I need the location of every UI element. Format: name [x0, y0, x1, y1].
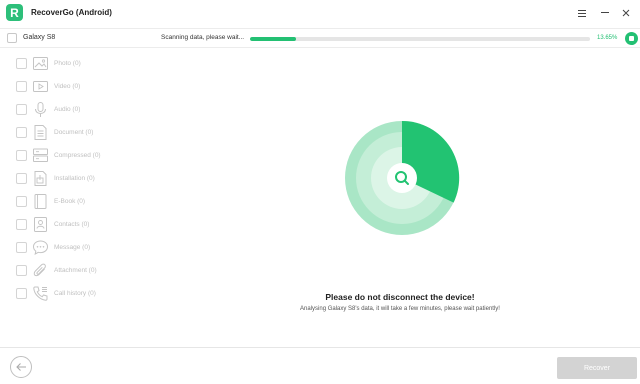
scan-radar-graphic [345, 120, 460, 235]
category-item-photo[interactable]: Photo (0) [0, 54, 200, 74]
category-item-video[interactable]: Video (0) [0, 77, 200, 97]
installation-icon [32, 170, 49, 187]
attachment-icon [32, 262, 49, 279]
category-label: Message (0) [54, 244, 91, 251]
category-checkbox[interactable] [16, 288, 27, 299]
category-item-installation[interactable]: Installation (0) [0, 169, 200, 189]
category-item-audio[interactable]: Audio (0) [0, 100, 200, 120]
scan-radar [344, 120, 460, 236]
category-item-ebook[interactable]: E-Book (0) [0, 192, 200, 212]
recover-button[interactable]: Recover [557, 357, 637, 379]
hamburger-menu-icon[interactable] [575, 6, 589, 20]
photo-icon [32, 55, 49, 72]
scan-progress-bar [250, 37, 590, 41]
radar-center [387, 163, 417, 193]
category-item-message[interactable]: Message (0) [0, 238, 200, 258]
footer-bar: Recover [0, 347, 640, 384]
app-logo: R [6, 4, 23, 21]
app-window: R RecoverGo (Android) Galaxy S8 Scanning… [0, 0, 640, 384]
warning-subtitle: Analysing Galaxy S8's data, it will take… [300, 306, 500, 312]
back-button[interactable] [10, 356, 32, 378]
device-name: Galaxy S8 [23, 34, 56, 41]
category-item-attachment[interactable]: Attachment (0) [0, 261, 200, 281]
minimize-icon[interactable] [598, 6, 612, 20]
category-checkbox[interactable] [16, 196, 27, 207]
category-checkbox[interactable] [16, 265, 27, 276]
scan-progress-percent: 13.65% [597, 35, 618, 41]
category-label: Call history (0) [54, 290, 96, 297]
category-checkbox[interactable] [16, 58, 27, 69]
close-icon[interactable] [619, 6, 633, 20]
category-checkbox[interactable] [16, 219, 27, 230]
category-checkbox[interactable] [16, 104, 27, 115]
document-icon [32, 124, 49, 141]
compressed-icon [32, 147, 49, 164]
scan-status-text: Scanning data, please wait... [161, 34, 245, 41]
back-arrow-icon [16, 363, 26, 371]
category-checkbox[interactable] [16, 242, 27, 253]
category-label: E-Book (0) [54, 198, 86, 205]
stop-icon [629, 36, 634, 41]
category-label: Audio (0) [54, 106, 81, 113]
category-item-call-history[interactable]: Call history (0) [0, 284, 200, 304]
stop-scan-button[interactable] [625, 32, 638, 45]
warning-title: Please do not disconnect the device! [325, 292, 475, 302]
category-label: Video (0) [54, 83, 81, 90]
category-label: Document (0) [54, 129, 94, 136]
category-label: Installation (0) [54, 175, 95, 182]
device-checkbox[interactable] [7, 33, 17, 43]
video-icon [32, 78, 49, 95]
device-scan-row: Galaxy S8 Scanning data, please wait... … [0, 28, 640, 48]
category-label: Photo (0) [54, 60, 81, 67]
scan-progress-fill [250, 37, 297, 41]
category-item-contacts[interactable]: Contacts (0) [0, 215, 200, 235]
call-history-icon [32, 285, 49, 302]
category-checkbox[interactable] [16, 81, 27, 92]
contacts-icon [32, 216, 49, 233]
category-item-compressed[interactable]: Compressed (0) [0, 146, 200, 166]
logo-letter: R [10, 5, 19, 20]
category-label: Contacts (0) [54, 221, 90, 228]
ebook-icon [32, 193, 49, 210]
category-checkbox[interactable] [16, 150, 27, 161]
title-bar: R RecoverGo (Android) [0, 0, 640, 27]
category-item-document[interactable]: Document (0) [0, 123, 200, 143]
category-checkbox[interactable] [16, 127, 27, 138]
audio-icon [32, 101, 49, 118]
category-checkbox[interactable] [16, 173, 27, 184]
category-label: Compressed (0) [54, 152, 101, 159]
app-title: RecoverGo (Android) [31, 8, 112, 17]
category-label: Attachment (0) [54, 267, 97, 274]
message-icon [32, 239, 49, 256]
